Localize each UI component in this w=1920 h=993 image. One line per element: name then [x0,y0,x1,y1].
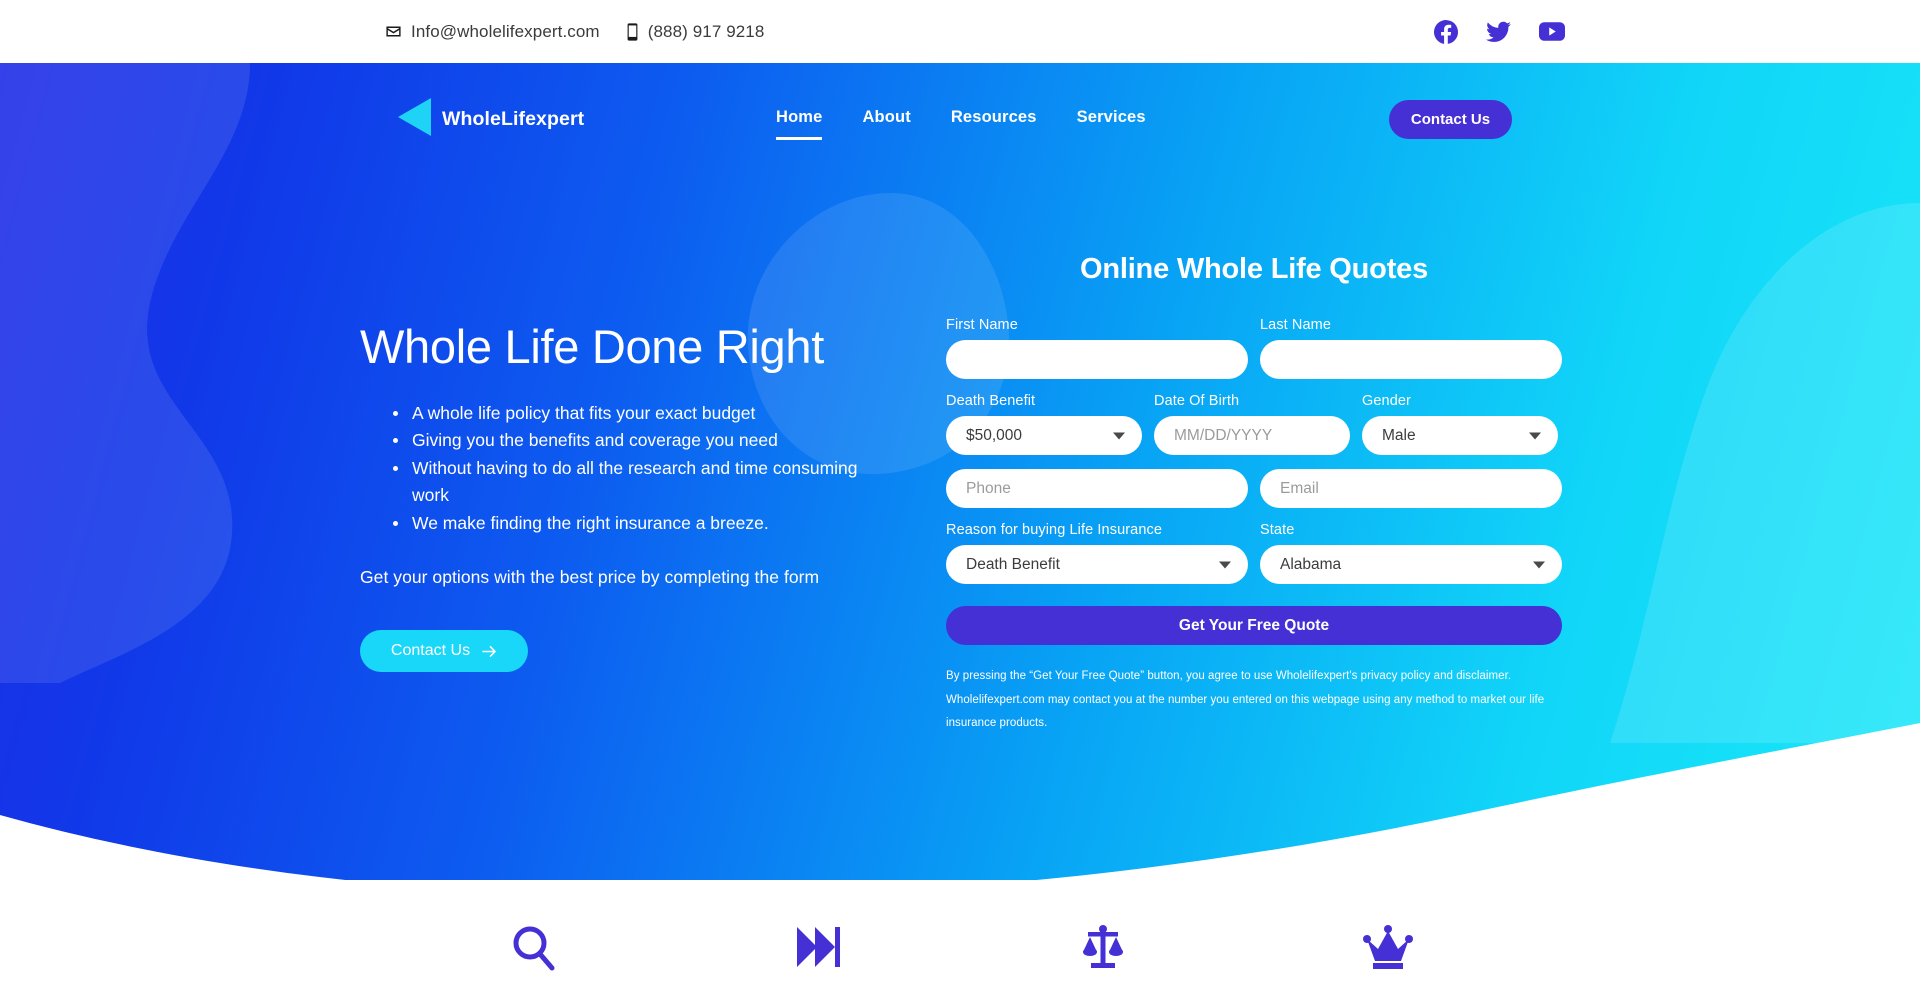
dob-group: Date Of Birth [1154,393,1350,455]
phone-link[interactable]: (888) 917 9218 [626,22,765,42]
hero-cta-label: Contact Us [390,642,471,660]
form-title: Online Whole Life Quotes [1079,253,1429,285]
phone-group [946,469,1248,508]
first-name-input[interactable] [946,340,1248,379]
phone-text: (888) 917 9218 [647,21,765,41]
brand-logo[interactable]: WholeLifexpert [398,97,585,141]
last-name-label: Last Name [1260,317,1332,333]
hero-subtext: Get your options with the best price by … [360,567,820,588]
twitter-icon[interactable] [1486,21,1511,43]
gender-group: Gender [1362,393,1558,455]
form-row-names: First Name Last Name [946,317,1562,379]
nav-link-resources[interactable]: Resources [931,99,1057,140]
nav-contact-us-button[interactable]: Contact Us [1389,99,1512,139]
state-select[interactable] [1260,545,1562,584]
dob-label: Date Of Birth [1154,393,1240,409]
death-benefit-select[interactable] [946,416,1142,455]
last-name-group: Last Name [1260,317,1562,379]
nav-links: Home About Resources Services [756,99,1166,140]
gender-select[interactable] [1362,416,1558,455]
brand-name: WholeLifexpert [442,107,585,130]
list-item: A whole life policy that fits your exact… [393,400,892,427]
quote-form: Online Whole Life Quotes First Name Last… [946,253,1562,736]
dob-input[interactable] [1154,416,1350,455]
list-item: We make finding the right insurance a br… [393,510,892,537]
email-text: Info@wholelifexpert.com [411,21,600,41]
feature-icons-row [0,880,1920,993]
form-disclaimer: By pressing the “Get Your Free Quote” bu… [946,670,1545,730]
reason-group: Reason for buying Life Insurance [946,522,1248,584]
nav-link-home[interactable]: Home [756,99,842,140]
hero-benefits-list: A whole life policy that fits your exact… [393,400,892,537]
scales-balance-icon [1079,925,1127,971]
phone-input[interactable] [946,469,1248,508]
get-free-quote-button[interactable]: Get Your Free Quote [946,606,1562,645]
reason-select[interactable] [946,545,1248,584]
nav-link-services[interactable]: Services [1057,99,1166,140]
mobile-phone-icon [626,22,639,41]
youtube-icon[interactable] [1539,22,1565,41]
gender-label: Gender [1362,393,1411,409]
feature-search[interactable] [390,880,675,971]
nav-link-about[interactable]: About [842,99,930,140]
form-row-details: Death Benefit Date Of Birth Gender [946,393,1562,455]
state-label: State [1260,522,1295,538]
crown-icon [1362,925,1413,970]
first-name-group: First Name [946,317,1248,379]
topbar-contact-group: Info@wholelifexpert.com (888) 917 9218 [385,0,764,63]
facebook-icon[interactable] [1434,19,1458,44]
triangle-left-logo-icon [398,97,431,141]
first-name-label: First Name [946,317,1018,333]
form-row-reason-state: Reason for buying Life Insurance State [946,522,1562,584]
social-links [1434,0,1565,63]
feature-fast-forward[interactable] [675,880,960,969]
list-item: Giving you the benefits and coverage you… [393,427,892,454]
reason-label: Reason for buying Life Insurance [946,522,1162,538]
last-name-input[interactable] [1260,340,1562,379]
list-item: Without having to do all the research an… [393,455,892,509]
hero-contact-us-button[interactable]: Contact Us [360,630,528,673]
top-contact-bar: Info@wholelifexpert.com (888) 917 9218 [0,0,1920,63]
magnifier-search-icon [511,925,555,971]
hero-title: Whole Life Done Right [360,320,824,373]
hero-section: WholeLifexpert Home About Resources Serv… [0,63,1920,893]
state-group: State [1260,522,1562,584]
email-input[interactable] [1260,469,1562,508]
form-row-contact [946,469,1562,508]
main-navigation: WholeLifexpert Home About Resources Serv… [0,63,1920,175]
envelope-icon [385,23,402,40]
death-benefit-group: Death Benefit [946,393,1142,455]
feature-balance[interactable] [960,880,1245,971]
death-benefit-label: Death Benefit [946,393,1036,409]
email-group [1260,469,1562,508]
fast-forward-icon [795,925,841,969]
email-link[interactable]: Info@wholelifexpert.com [385,22,600,42]
arrow-right-icon [482,645,497,658]
feature-crown[interactable] [1245,880,1530,970]
hero-content: Whole Life Done Right A whole life polic… [360,320,920,673]
